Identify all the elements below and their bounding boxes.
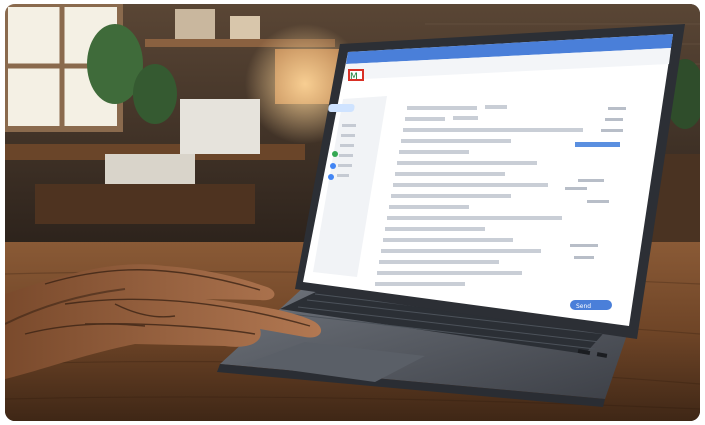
mail-logo: M bbox=[348, 69, 364, 82]
selected-row-highlight bbox=[575, 142, 620, 147]
laptop-scene: M Send bbox=[5, 4, 700, 421]
send-button[interactable]: Send bbox=[570, 300, 612, 310]
illustration-frame: M Send bbox=[5, 4, 700, 421]
svg-text:Send: Send bbox=[576, 303, 591, 310]
laptop-screen: M Send bbox=[303, 34, 673, 326]
svg-text:M: M bbox=[350, 72, 358, 82]
